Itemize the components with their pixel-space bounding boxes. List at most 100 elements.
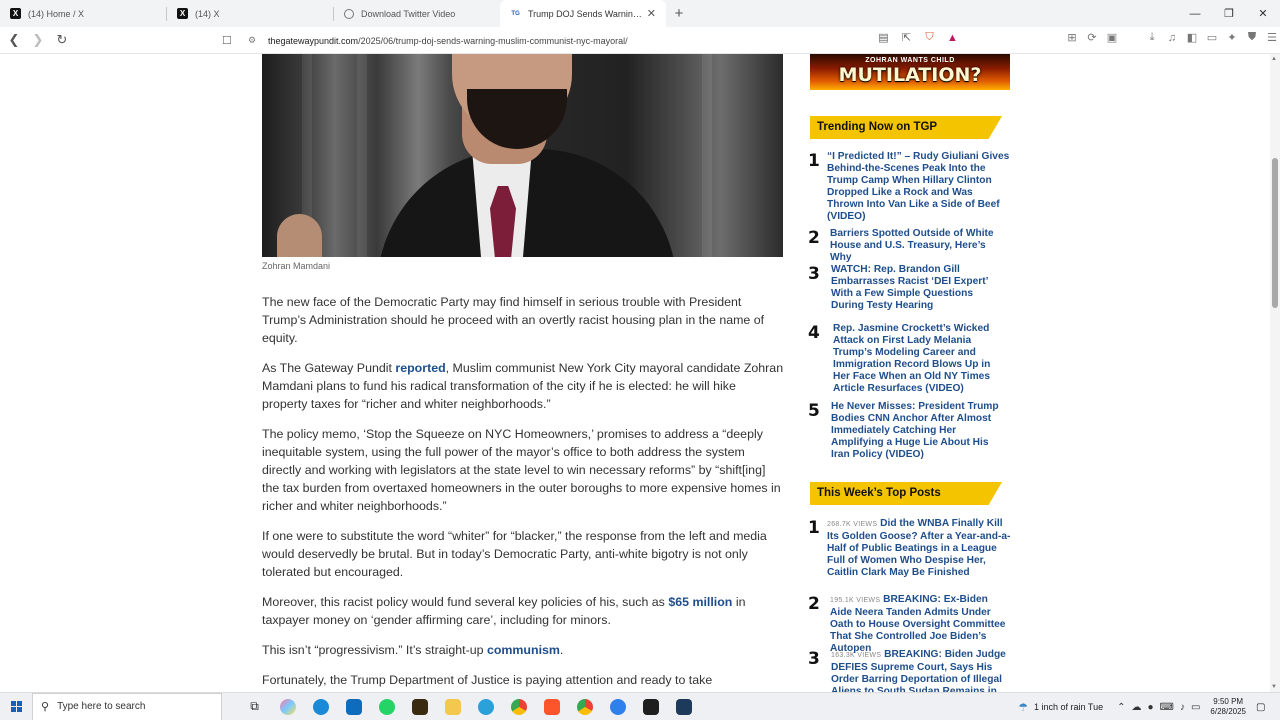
ad-text-small: ZOHRAN WANTS CHILD bbox=[865, 57, 955, 64]
close-tab-icon[interactable]: ✕ bbox=[647, 7, 656, 20]
share-icon[interactable]: ⇱ bbox=[899, 31, 914, 44]
rank-number: 2 bbox=[808, 594, 820, 614]
x-logo-icon: X bbox=[10, 8, 21, 19]
tab-trump-doj-article[interactable]: ᵀᴳ Trump DOJ Sends Warning to M ✕ bbox=[500, 0, 666, 27]
trending-title: Trending Now on TGP bbox=[817, 121, 938, 133]
text: Moreover, this racist policy would fund … bbox=[262, 595, 669, 609]
scroll-down-icon[interactable]: ▼ bbox=[1271, 684, 1277, 690]
rain-icon: ☂ bbox=[1018, 701, 1029, 714]
new-tab-button[interactable]: + bbox=[666, 0, 692, 27]
brave-icon[interactable] bbox=[535, 693, 568, 720]
close-window-icon[interactable]: ✕ bbox=[1246, 0, 1280, 27]
vpn-icon[interactable]: ⛊ bbox=[1244, 31, 1260, 44]
sidebar-ad-banner[interactable]: ZOHRAN WANTS CHILD MUTILATION? bbox=[810, 54, 1010, 90]
trending-link[interactable]: “I Predicted It!” – Rudy Giuliani Gives … bbox=[827, 151, 1012, 223]
wallet-icon[interactable]: ▭ bbox=[1204, 31, 1220, 44]
text: This isn’t “progressivism.” It’s straigh… bbox=[262, 643, 487, 657]
url-path: /2025/06/trump-doj-sends-warning-muslim-… bbox=[358, 35, 628, 46]
top-post-link[interactable]: 195.1K VIEWS BREAKING: Ex-Biden Aide Nee… bbox=[830, 594, 1006, 655]
trending-link[interactable]: Barriers Spotted Outside of White House … bbox=[830, 228, 1010, 264]
tab-x[interactable]: X (14) X bbox=[167, 0, 333, 27]
volume-icon[interactable]: ♪ bbox=[1180, 702, 1185, 713]
site-info-icon[interactable]: ⚙ bbox=[248, 35, 260, 46]
bookmark-icon[interactable]: ☐ bbox=[222, 34, 238, 47]
tab-strip: X (14) Home / X X (14) X Download Twitte… bbox=[0, 0, 1280, 27]
menu-icon[interactable]: ☰ bbox=[1264, 31, 1280, 44]
copilot-icon[interactable] bbox=[271, 693, 304, 720]
back-icon[interactable]: ❮ bbox=[4, 30, 24, 50]
top-post-link[interactable]: 163.3K VIEWS BREAKING: Biden Judge DEFIE… bbox=[831, 649, 1011, 692]
article-paragraph: As The Gateway Pundit reported, Muslim c… bbox=[262, 359, 784, 413]
windows-start-icon[interactable] bbox=[0, 701, 32, 712]
forward-icon[interactable]: ❯ bbox=[28, 30, 48, 50]
trending-link[interactable]: Rep. Jasmine Crockett’s Wicked Attack on… bbox=[833, 323, 1001, 395]
scroll-up-icon[interactable]: ▲ bbox=[1271, 56, 1277, 62]
article-body: The new face of the Democratic Party may… bbox=[262, 293, 784, 689]
rank-number: 4 bbox=[808, 323, 820, 343]
notifications-icon[interactable]: ▢ bbox=[1256, 702, 1276, 713]
search-placeholder: Type here to search bbox=[57, 701, 146, 712]
leo-icon[interactable]: ✦ bbox=[1224, 31, 1240, 44]
app-icon[interactable] bbox=[601, 693, 634, 720]
task-view-icon[interactable]: ⧉ bbox=[238, 693, 271, 720]
terminal-icon[interactable] bbox=[634, 693, 667, 720]
outlook-icon[interactable] bbox=[337, 693, 370, 720]
reported-link[interactable]: reported bbox=[395, 361, 445, 375]
communism-link[interactable]: communism bbox=[487, 643, 560, 657]
whatsapp-icon[interactable] bbox=[370, 693, 403, 720]
address-bar[interactable]: ☐ ⚙ thegatewaypundit.com/2025/06/trump-d… bbox=[222, 30, 964, 51]
chrome-profile-icon[interactable] bbox=[568, 693, 601, 720]
clock-time: 9:50 PM bbox=[1213, 697, 1244, 706]
taskbar-search-input[interactable]: ⚲ Type here to search bbox=[32, 692, 222, 720]
taskbar-clock[interactable]: 9:50 PM 6/28/2025 bbox=[1210, 697, 1246, 717]
battery-icon[interactable]: ▭ bbox=[1191, 702, 1200, 713]
text: As The Gateway Pundit bbox=[262, 361, 396, 375]
media-icon[interactable]: ♫ bbox=[1164, 32, 1180, 44]
x-logo-icon: X bbox=[177, 8, 188, 19]
trending-header: Trending Now on TGP bbox=[810, 116, 1002, 139]
tab-title: (14) X bbox=[195, 8, 220, 19]
file-explorer-icon[interactable] bbox=[436, 693, 469, 720]
telegram-icon[interactable] bbox=[469, 693, 502, 720]
app-icon[interactable] bbox=[403, 693, 436, 720]
rank-number: 2 bbox=[808, 228, 820, 248]
taskbar-apps: ⧉ bbox=[238, 693, 700, 720]
photo-caption: Zohran Mamdani bbox=[262, 261, 331, 271]
rank-number: 3 bbox=[808, 264, 820, 284]
65-million-link[interactable]: $65 million bbox=[668, 595, 732, 609]
article-paragraph: Moreover, this racist policy would fund … bbox=[262, 593, 784, 629]
tab-home-x[interactable]: X (14) Home / X bbox=[0, 0, 166, 27]
tab-title: (14) Home / X bbox=[28, 8, 85, 19]
brave-rewards-icon[interactable]: ▲ bbox=[945, 32, 960, 44]
chrome-icon[interactable] bbox=[502, 693, 535, 720]
reader-mode-icon[interactable]: ▤ bbox=[876, 31, 891, 44]
microphone-icon[interactable]: ● bbox=[1147, 702, 1153, 713]
network-icon[interactable]: ⌨ bbox=[1160, 702, 1174, 713]
scrollbar-thumb[interactable] bbox=[1272, 158, 1278, 308]
trending-link[interactable]: WATCH: Rep. Brandon Gill Embarrasses Rac… bbox=[831, 264, 996, 312]
sidebar-icon[interactable]: ◧ bbox=[1184, 31, 1200, 44]
rank-number: 3 bbox=[808, 649, 820, 669]
trending-link[interactable]: He Never Misses: President Trump Bodies … bbox=[831, 401, 1009, 461]
page-scrollbar[interactable]: ▲ ▼ bbox=[1270, 54, 1280, 692]
download-icon[interactable]: ⤓ bbox=[1144, 31, 1160, 44]
tab-title: Download Twitter Video bbox=[361, 8, 456, 19]
brave-shield-icon[interactable]: ⛉ bbox=[922, 31, 937, 44]
onedrive-icon[interactable]: ☁ bbox=[1131, 702, 1141, 713]
extension-icon[interactable]: ⟳ bbox=[1084, 31, 1100, 44]
chevron-up-icon[interactable]: ⌃ bbox=[1117, 702, 1125, 713]
tgp-icon: ᵀᴳ bbox=[511, 8, 520, 19]
search-icon: ⚲ bbox=[41, 701, 50, 713]
top-post-link[interactable]: 268.7K VIEWS Did the WNBA Finally Kill I… bbox=[827, 518, 1012, 579]
extension-icon[interactable]: ▣ bbox=[1104, 31, 1120, 44]
edge-icon[interactable] bbox=[304, 693, 337, 720]
extension-icon[interactable]: ⊞ bbox=[1064, 31, 1080, 44]
minimize-icon[interactable]: — bbox=[1178, 0, 1212, 27]
restore-icon[interactable]: ❐ bbox=[1212, 0, 1246, 27]
reload-icon[interactable]: ↻ bbox=[52, 30, 72, 50]
app-icon[interactable] bbox=[667, 693, 700, 720]
tab-download-twitter-video[interactable]: Download Twitter Video bbox=[334, 0, 500, 27]
article-paragraph: The policy memo, ‘Stop the Squeeze on NY… bbox=[262, 427, 781, 513]
tab-title: Trump DOJ Sends Warning to M bbox=[528, 8, 643, 19]
weather-widget[interactable]: ☂ 1 inch of rain Tue bbox=[1018, 701, 1103, 714]
